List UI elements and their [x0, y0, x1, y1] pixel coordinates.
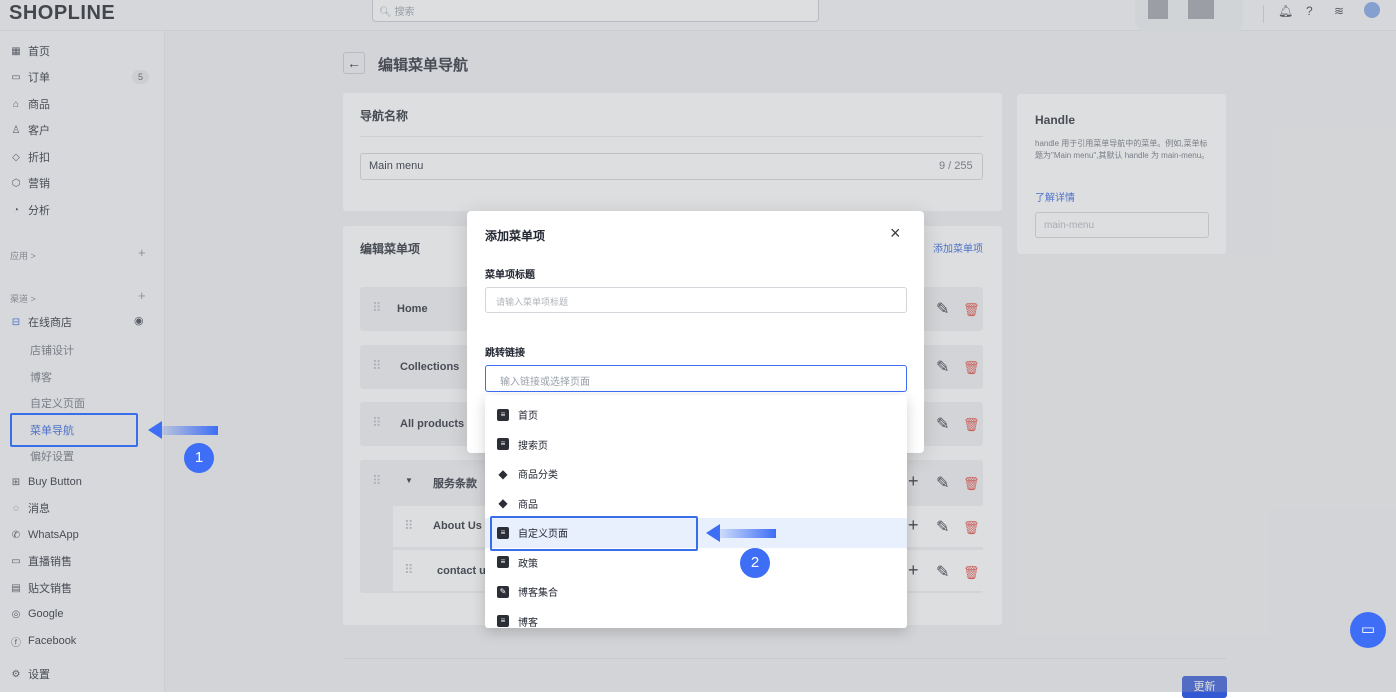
- option-label: 博客: [518, 617, 538, 628]
- option-label: 搜索页: [518, 440, 548, 452]
- step-badge-2: 2: [740, 548, 770, 578]
- tag-icon: ◆: [498, 496, 508, 511]
- highlight-box-1: [10, 413, 138, 447]
- option-label: 博客集合: [518, 588, 558, 600]
- page-icon: ≡: [497, 556, 509, 569]
- title-field-label: 菜单项标题: [485, 270, 535, 281]
- option-search-page[interactable]: ≡ 搜索页: [485, 430, 907, 460]
- step-badge-1: 1: [184, 443, 214, 473]
- option-collections[interactable]: ◆ 商品分类: [485, 459, 907, 489]
- menu-item-title-input[interactable]: 请输入菜单项标题: [485, 287, 907, 313]
- option-label: 政策: [518, 558, 538, 570]
- link-input[interactable]: 输入链接或选择页面: [485, 365, 907, 392]
- page-icon: ≡: [497, 408, 509, 421]
- option-label: 商品分类: [518, 470, 558, 482]
- modal-title: 添加菜单项: [485, 229, 546, 243]
- chat-support-icon[interactable]: ▭: [1350, 612, 1386, 648]
- option-label: 商品: [518, 499, 538, 511]
- page-icon: ≡: [497, 438, 509, 451]
- option-policy[interactable]: ≡ 政策: [485, 548, 907, 578]
- option-blog[interactable]: ≡ 博客: [485, 607, 907, 628]
- highlight-box-2: [490, 516, 698, 551]
- link-options-dropdown: ≡ 首页 ≡ 搜索页 ◆ 商品分类 ◆ 商品 ≡ 自定义页面 ≡ 政策 ✎ 博客集合 ≡ 博客: [485, 395, 907, 628]
- page-icon: ≡: [497, 615, 509, 628]
- tags-icon: ◆: [498, 466, 508, 481]
- link-field-label: 跳转链接: [485, 348, 525, 359]
- option-label: 首页: [518, 411, 538, 423]
- close-icon[interactable]: ×: [890, 223, 901, 244]
- option-home[interactable]: ≡ 首页: [485, 400, 907, 430]
- option-products[interactable]: ◆ 商品: [485, 489, 907, 519]
- blog-edit-icon: ✎: [497, 585, 509, 598]
- arrow-2-shaft: [718, 529, 776, 538]
- arrow-1-shaft: [160, 426, 218, 435]
- option-blog-collection[interactable]: ✎ 博客集合: [485, 577, 907, 607]
